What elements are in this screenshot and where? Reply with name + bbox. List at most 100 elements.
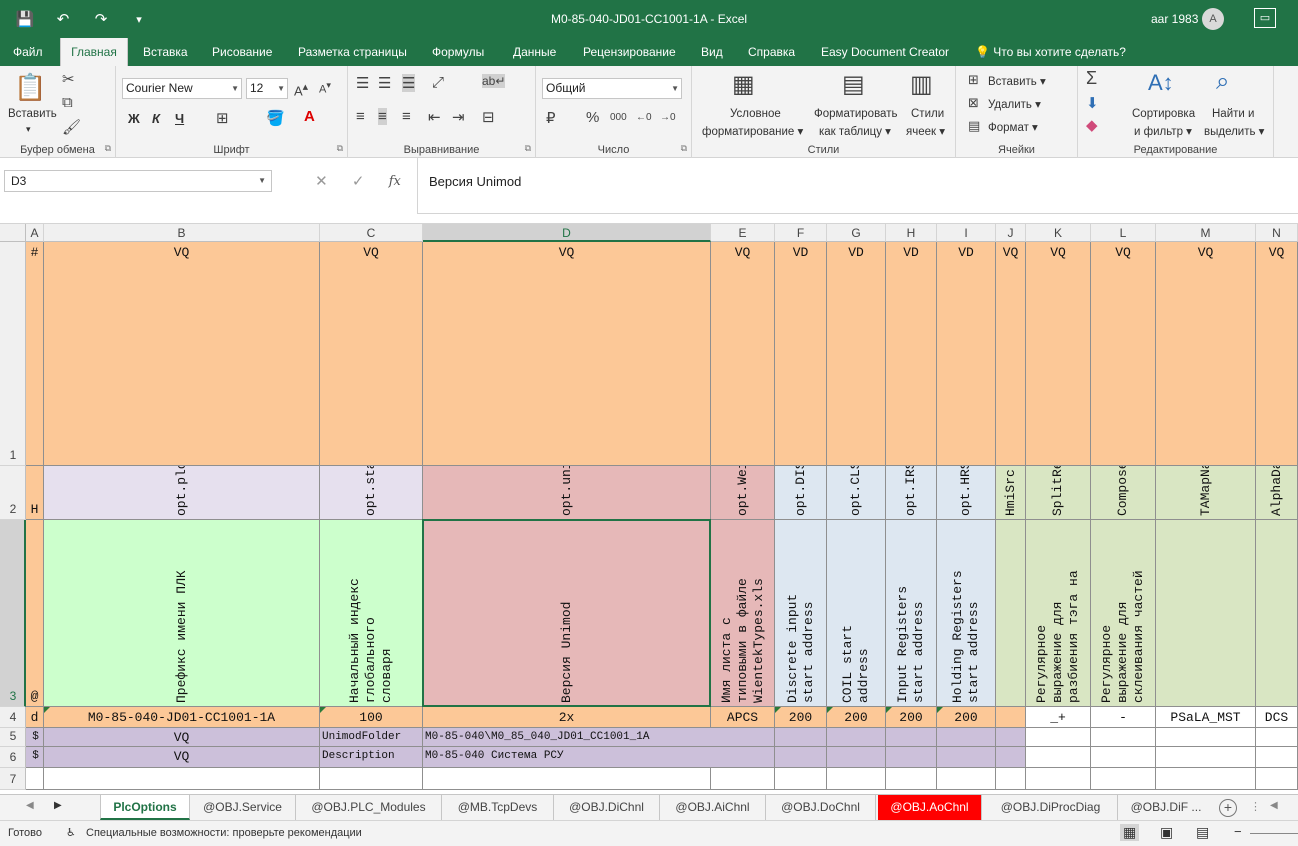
cell-k1[interactable]: VQ <box>1026 242 1091 466</box>
cell-n1[interactable]: VQ <box>1256 242 1298 466</box>
alignment-launcher-icon[interactable]: ⧉ <box>525 143 531 154</box>
align-right-icon[interactable]: ≡ <box>402 108 411 125</box>
find-select-label-2[interactable]: выделить ▾ <box>1204 124 1264 138</box>
tab-insert[interactable]: Вставка <box>143 38 188 66</box>
sort-filter-label-2[interactable]: и фильтр ▾ <box>1134 124 1192 138</box>
decrease-font-icon[interactable]: A▾ <box>319 80 331 96</box>
cell-b1[interactable]: VQ <box>44 242 320 466</box>
cell-c3[interactable]: Начальный индекс глобального словаря <box>320 520 423 707</box>
cell-c7[interactable] <box>320 768 423 790</box>
sheet-tab-obj-dif[interactable]: @OBJ.DiF ... <box>1118 795 1214 820</box>
cell-b2[interactable]: opt.plcName <box>44 466 320 520</box>
cancel-icon[interactable]: ✕ <box>315 172 328 190</box>
row-header-5[interactable]: 5 <box>0 728 26 747</box>
normal-view-icon[interactable]: ▦ <box>1120 824 1140 841</box>
tab-page-layout[interactable]: Разметка страницы <box>298 38 407 66</box>
row-header-2[interactable]: 2 <box>0 466 26 520</box>
insert-cells-icon[interactable]: ⊞ <box>968 72 979 88</box>
tab-easy-document-creator[interactable]: Easy Document Creator <box>821 38 949 66</box>
cell-f7[interactable] <box>775 768 827 790</box>
cell-h7[interactable] <box>886 768 937 790</box>
cell-d7[interactable] <box>423 768 711 790</box>
row-header-6[interactable]: 6 <box>0 747 26 768</box>
zoom-out-icon[interactable]: − <box>1234 824 1242 839</box>
cell-a7[interactable] <box>26 768 44 790</box>
cell-i7[interactable] <box>937 768 996 790</box>
cell-g5[interactable] <box>827 728 886 747</box>
error-indicator-icon[interactable] <box>775 707 781 713</box>
clipboard-launcher-icon[interactable]: ⧉ <box>105 143 111 154</box>
cell-f1[interactable]: VD <box>775 242 827 466</box>
decrease-indent-icon[interactable]: ⇤ <box>428 108 441 126</box>
cell-c1[interactable]: VQ <box>320 242 423 466</box>
cell-a6[interactable]: $ <box>26 747 44 768</box>
cell-i1[interactable]: VD <box>937 242 996 466</box>
increase-decimal-icon[interactable]: ←0 <box>636 112 652 123</box>
cell-i6[interactable] <box>937 747 996 768</box>
cell-g4[interactable]: 200 <box>827 707 886 728</box>
cell-m2[interactable]: TAMapName <box>1156 466 1256 520</box>
cell-a5[interactable]: $ <box>26 728 44 747</box>
column-header-k[interactable]: K <box>1026 224 1091 242</box>
cell-j7[interactable] <box>996 768 1026 790</box>
error-indicator-icon[interactable] <box>937 707 943 713</box>
cell-j5[interactable] <box>996 728 1026 747</box>
column-header-e[interactable]: E <box>711 224 775 242</box>
cell-n7[interactable] <box>1256 768 1298 790</box>
confirm-icon[interactable]: ✓ <box>352 172 365 190</box>
sheet-tab-mb-tcpdevs[interactable]: @MB.TcpDevs <box>442 795 554 820</box>
paste-button[interactable]: Вставить <box>8 108 57 120</box>
column-header-b[interactable]: B <box>44 224 320 242</box>
number-format-combo[interactable]: Общий ▼ <box>542 78 682 99</box>
cell-b7[interactable] <box>44 768 320 790</box>
cell-d1[interactable]: VQ <box>423 242 711 466</box>
conditional-formatting-icon[interactable]: ▦ <box>732 70 755 99</box>
error-indicator-icon[interactable] <box>320 707 326 713</box>
formula-input[interactable]: Версия Unimod <box>417 158 1298 214</box>
increase-indent-icon[interactable]: ⇥ <box>452 108 465 126</box>
cell-n4[interactable]: DCS <box>1256 707 1298 728</box>
format-cells-button[interactable]: Формат ▾ <box>988 120 1038 134</box>
conditional-formatting-label-2[interactable]: форматирование ▾ <box>702 124 803 138</box>
cell-h5[interactable] <box>886 728 937 747</box>
user-name[interactable]: aar 1983 <box>1151 12 1198 26</box>
format-painter-icon[interactable]: 🖌 <box>62 118 81 136</box>
font-name-combo[interactable]: Courier New ▼ <box>122 78 242 99</box>
cell-h6[interactable] <box>886 747 937 768</box>
insert-cells-button[interactable]: Вставить ▾ <box>988 74 1046 88</box>
sheet-prev-icon[interactable]: ◀ <box>26 800 34 811</box>
sheet-tab-obj-plc-modules[interactable]: @OBJ.PLC_Modules <box>296 795 442 820</box>
cell-g7[interactable] <box>827 768 886 790</box>
cell-h3[interactable]: Input Registers start address <box>886 520 937 707</box>
fill-color-icon[interactable]: 🪣 <box>266 109 285 127</box>
insert-function-icon[interactable]: fx <box>389 174 401 189</box>
cut-icon[interactable]: ✂ <box>62 70 75 88</box>
font-size-combo[interactable]: 12 ▼ <box>246 78 288 99</box>
cell-l1[interactable]: VQ <box>1091 242 1156 466</box>
add-sheet-icon[interactable]: + <box>1219 799 1237 817</box>
orientation-icon[interactable]: ⤢ <box>432 74 444 91</box>
ribbon-display-options-icon[interactable]: ▭ <box>1254 8 1276 28</box>
cell-f3[interactable]: Discrete input start address <box>775 520 827 707</box>
tab-review[interactable]: Рецензирование <box>583 38 676 66</box>
font-color-icon[interactable]: A <box>304 108 315 125</box>
autosum-icon[interactable]: Σ <box>1086 68 1097 89</box>
wrap-text-icon[interactable]: ab↵ <box>482 74 506 88</box>
error-indicator-icon[interactable] <box>44 707 50 713</box>
page-layout-view-icon[interactable]: ▣ <box>1160 824 1173 841</box>
row-header-3[interactable]: 3 <box>0 520 26 707</box>
cell-k3[interactable]: Регулярное выражение для разбиения тэга … <box>1026 520 1091 707</box>
sheet-tab-obj-aichnl[interactable]: @OBJ.AiChnl <box>660 795 766 820</box>
cell-i5[interactable] <box>937 728 996 747</box>
cell-g6[interactable] <box>827 747 886 768</box>
column-header-h[interactable]: H <box>886 224 937 242</box>
row-header-1[interactable]: 1 <box>0 242 26 466</box>
error-indicator-icon[interactable] <box>886 707 892 713</box>
column-header-j[interactable]: J <box>996 224 1026 242</box>
percent-icon[interactable]: % <box>586 109 599 126</box>
zoom-slider[interactable] <box>1250 833 1298 834</box>
cell-d3[interactable]: Версия Unimod <box>423 520 711 707</box>
tab-draw[interactable]: Рисование <box>212 38 272 66</box>
format-as-table-label-2[interactable]: как таблицу ▾ <box>819 124 891 138</box>
sheet-tab-plcoptions[interactable]: PlcOptions <box>100 795 190 820</box>
